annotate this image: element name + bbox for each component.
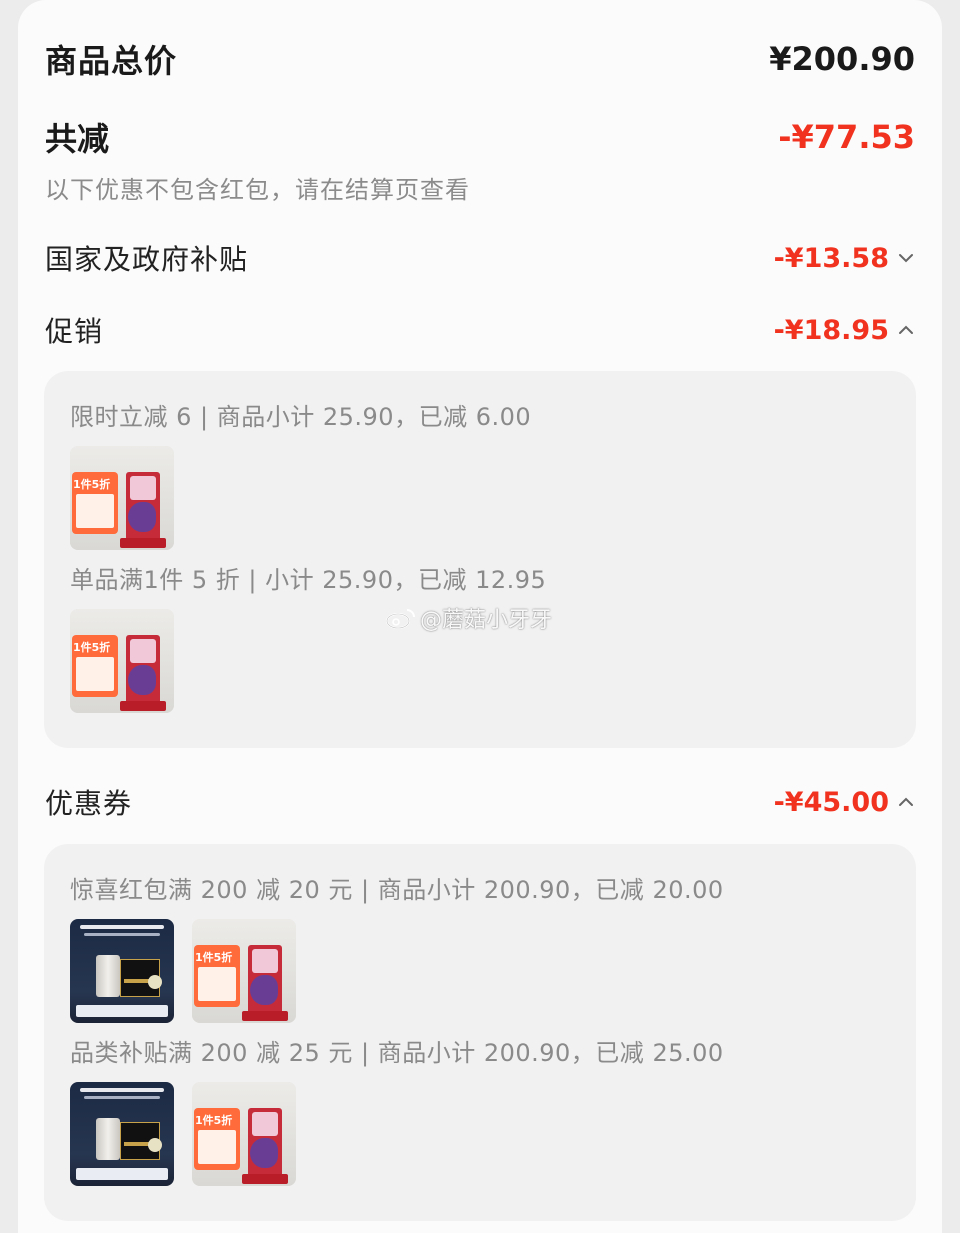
coupon-value: -¥45.00 bbox=[773, 786, 889, 818]
promo-item-text: 限时立减 6 | 商品小计 25.90，已减 6.00 bbox=[70, 403, 532, 431]
promo-item-text: 单品满1件 5 折 | 小计 25.90，已减 12.95 bbox=[70, 566, 547, 594]
total-reduce-value: -¥77.53 bbox=[778, 118, 915, 156]
subsidy-value: -¥13.58 bbox=[773, 242, 889, 274]
total-reduce-row: 共减 -¥77.53 bbox=[45, 114, 915, 160]
product-thumbnail[interactable] bbox=[70, 1082, 174, 1186]
promo-detail-panel: 限时立减 6 | 商品小计 25.90，已减 6.00 1件5折 单品满1件 5… bbox=[44, 371, 916, 748]
product-thumbnail[interactable]: 1件5折 bbox=[70, 609, 174, 713]
promo-item-thumbs: 1件5折 bbox=[70, 446, 174, 550]
coupon-detail-panel: 惊喜红包满 200 减 20 元 | 商品小计 200.90，已减 20.00 … bbox=[44, 844, 916, 1221]
coupon-row[interactable]: 优惠券 -¥45.00 bbox=[45, 780, 915, 824]
weibo-icon bbox=[386, 609, 415, 629]
coupon-item-thumbs: 1件5折 bbox=[70, 1082, 296, 1186]
total-reduce-label: 共减 bbox=[45, 120, 110, 158]
total-price-value: ¥200.90 bbox=[769, 40, 915, 78]
coupon-item-text: 惊喜红包满 200 减 20 元 | 商品小计 200.90，已减 20.00 bbox=[70, 876, 724, 904]
discount-note: 以下优惠不包含红包，请在结算页查看 bbox=[45, 176, 470, 204]
subsidy-label: 国家及政府补贴 bbox=[45, 243, 249, 276]
watermark: @蘑菇小牙牙 bbox=[386, 602, 552, 634]
product-thumbnail[interactable]: 1件5折 bbox=[192, 1082, 296, 1186]
promo-value: -¥18.95 bbox=[773, 314, 889, 346]
total-price-label: 商品总价 bbox=[45, 42, 178, 80]
product-thumbnail[interactable]: 1件5折 bbox=[70, 446, 174, 550]
coupon-item-thumbs: 1件5折 bbox=[70, 919, 296, 1023]
coupon-label: 优惠券 bbox=[45, 787, 133, 820]
chevron-down-icon[interactable] bbox=[897, 249, 915, 267]
chevron-up-icon[interactable] bbox=[897, 321, 915, 339]
subsidy-row[interactable]: 国家及政府补贴 -¥13.58 bbox=[45, 236, 915, 280]
promo-item-thumbs: 1件5折 bbox=[70, 609, 174, 713]
total-price-row: 商品总价 ¥200.90 bbox=[45, 36, 915, 82]
chevron-up-icon[interactable] bbox=[897, 793, 915, 811]
coupon-item-text: 品类补贴满 200 减 25 元 | 商品小计 200.90，已减 25.00 bbox=[70, 1039, 724, 1067]
promo-row[interactable]: 促销 -¥18.95 bbox=[45, 308, 915, 352]
watermark-text: @蘑菇小牙牙 bbox=[420, 608, 553, 633]
product-thumbnail[interactable] bbox=[70, 919, 174, 1023]
product-thumbnail[interactable]: 1件5折 bbox=[192, 919, 296, 1023]
promo-label: 促销 bbox=[45, 315, 104, 348]
